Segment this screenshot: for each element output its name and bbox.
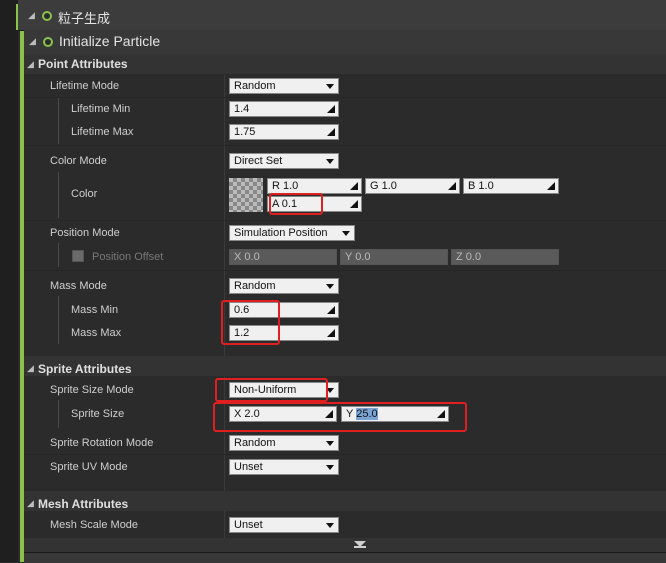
row-divider xyxy=(24,454,666,455)
color-label: Color xyxy=(71,188,98,200)
position-offset-checkbox[interactable] xyxy=(72,250,84,262)
mass-max-label: Mass Max xyxy=(71,327,122,339)
indent-guide xyxy=(58,296,59,344)
sprite-rotation-mode-dropdown[interactable]: Random xyxy=(229,435,339,451)
color-mode-dropdown[interactable]: Direct Set xyxy=(229,153,339,169)
module-title: Initialize Particle xyxy=(59,33,161,49)
highlight-box xyxy=(221,300,280,345)
chevron-down-icon xyxy=(326,284,334,289)
position-mode-dropdown[interactable]: Simulation Position xyxy=(229,225,355,241)
module-enabled-icon[interactable] xyxy=(43,37,53,47)
position-mode-label: Position Mode xyxy=(50,227,120,239)
emitter-header[interactable] xyxy=(18,0,666,31)
chevron-down-icon xyxy=(326,465,334,470)
highlight-box xyxy=(213,402,467,432)
expand-more-bar[interactable] xyxy=(24,538,666,552)
lifetime-max-label: Lifetime Max xyxy=(71,126,134,138)
lifetime-max-field[interactable]: 1.75 xyxy=(229,124,339,140)
enabled-toggle-icon[interactable] xyxy=(42,11,52,21)
module-accent-bar xyxy=(20,30,24,562)
chevron-down-icon xyxy=(342,231,350,236)
chevron-down-icon xyxy=(326,84,334,89)
sprite-uv-mode-dropdown[interactable]: Unset xyxy=(229,459,339,475)
lifetime-mode-dropdown[interactable]: Random xyxy=(229,78,339,94)
color-g-field[interactable]: G 1.0 xyxy=(365,178,460,194)
color-b-field[interactable]: B 1.0 xyxy=(463,178,559,194)
mesh-scale-mode-label: Mesh Scale Mode xyxy=(50,519,139,531)
drag-handle-icon[interactable] xyxy=(448,182,456,190)
indent-guide xyxy=(58,172,59,218)
indent-guide xyxy=(58,400,59,428)
mass-mode-label: Mass Mode xyxy=(50,280,107,292)
position-offset-z-field[interactable]: Z 0.0 xyxy=(451,249,559,265)
drag-handle-icon[interactable] xyxy=(350,182,358,190)
drag-handle-icon[interactable] xyxy=(327,306,335,314)
collapse-triangle-icon[interactable]: ◢ xyxy=(27,59,34,70)
drag-handle-icon[interactable] xyxy=(327,128,335,136)
chevron-down-icon xyxy=(326,523,334,528)
position-offset-label: Position Offset xyxy=(92,251,164,263)
drag-handle-icon[interactable] xyxy=(327,105,335,113)
collapse-triangle-icon[interactable]: ◢ xyxy=(27,498,34,509)
indent-guide xyxy=(58,98,59,144)
next-module-header[interactable] xyxy=(24,552,666,563)
lifetime-min-field[interactable]: 1.4 xyxy=(229,101,339,117)
sprite-size-mode-label: Sprite Size Mode xyxy=(50,384,134,396)
left-gutter xyxy=(0,0,18,562)
sprite-rotation-mode-label: Sprite Rotation Mode xyxy=(50,437,154,449)
chevron-down-icon xyxy=(326,159,334,164)
lifetime-min-label: Lifetime Min xyxy=(71,103,131,115)
color-mode-label: Color Mode xyxy=(50,155,107,167)
row-divider xyxy=(24,220,666,221)
indent-guide xyxy=(58,243,59,267)
sprite-uv-mode-label: Sprite UV Mode xyxy=(50,461,128,473)
drag-handle-icon[interactable] xyxy=(547,182,555,190)
expand-bar-icon xyxy=(354,546,366,548)
mass-mode-dropdown[interactable]: Random xyxy=(229,278,339,294)
color-swatch[interactable] xyxy=(229,178,263,212)
mesh-scale-mode-dropdown[interactable]: Unset xyxy=(229,517,339,533)
section-title: Point Attributes xyxy=(38,57,128,71)
collapse-triangle-icon[interactable]: ◢ xyxy=(28,10,35,21)
row-divider xyxy=(24,97,666,98)
sprite-size-label: Sprite Size xyxy=(71,408,125,420)
section-title: Sprite Attributes xyxy=(38,362,132,376)
row-divider xyxy=(24,270,666,271)
collapse-triangle-icon[interactable]: ◢ xyxy=(29,36,36,47)
row-divider xyxy=(24,145,666,146)
collapse-triangle-icon[interactable]: ◢ xyxy=(27,363,34,374)
drag-handle-icon[interactable] xyxy=(350,200,358,208)
emitter-title: 粒子生成 xyxy=(58,11,111,26)
lifetime-mode-label: Lifetime Mode xyxy=(50,80,120,92)
highlight-box xyxy=(215,378,328,402)
highlight-box xyxy=(269,193,323,215)
drag-handle-icon[interactable] xyxy=(327,329,335,337)
section-title: Mesh Attributes xyxy=(38,497,129,511)
chevron-down-icon xyxy=(326,441,334,446)
position-offset-y-field[interactable]: Y 0.0 xyxy=(340,249,448,265)
position-offset-x-field[interactable]: X 0.0 xyxy=(229,249,337,265)
mass-min-label: Mass Min xyxy=(71,304,119,316)
color-r-field[interactable]: R 1.0 xyxy=(267,178,362,194)
